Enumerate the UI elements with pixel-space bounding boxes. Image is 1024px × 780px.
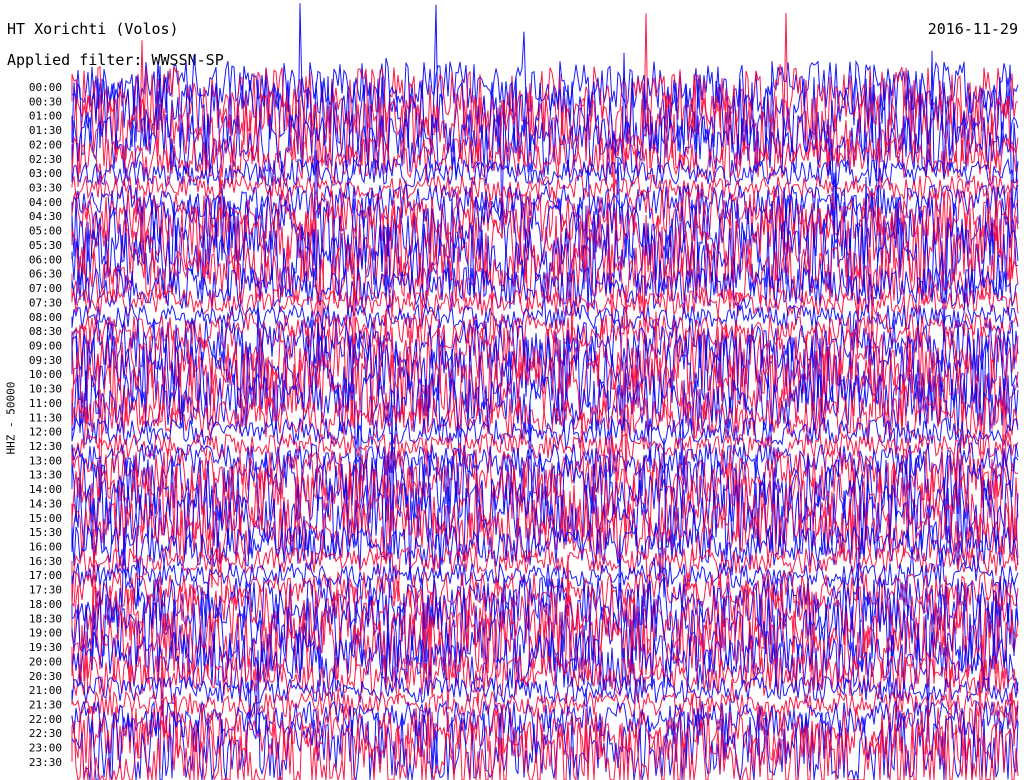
time-tick-label: 04:00 [29,196,62,209]
time-tick-label: 00:30 [29,95,62,108]
time-tick-label: 12:30 [29,440,62,453]
time-tick-label: 09:30 [29,354,62,367]
time-tick-label: 07:30 [29,296,62,309]
time-tick-label: 23:30 [29,756,62,769]
time-tick-label: 18:00 [29,598,62,611]
time-tick-label: 21:00 [29,684,62,697]
time-tick-label: 15:00 [29,512,62,525]
time-tick-label: 00:00 [29,81,62,94]
time-tick-label: 14:00 [29,483,62,496]
time-tick-label: 06:00 [29,253,62,266]
time-tick-label: 16:30 [29,555,62,568]
time-tick-label: 01:30 [29,124,62,137]
time-tick-label: 05:30 [29,239,62,252]
time-tick-label: 01:00 [29,110,62,123]
time-tick-label: 17:00 [29,569,62,582]
time-tick-label: 11:30 [29,411,62,424]
time-tick-label: 02:00 [29,138,62,151]
time-tick-label: 05:00 [29,225,62,238]
time-tick-label: 19:00 [29,627,62,640]
time-tick-label: 04:30 [29,210,62,223]
time-tick-label: 11:00 [29,397,62,410]
time-tick-label: 15:30 [29,526,62,539]
time-tick-label: 13:00 [29,454,62,467]
time-tick-label: 22:30 [29,727,62,740]
time-tick-label: 17:30 [29,584,62,597]
seismic-traces [71,3,1019,780]
time-tick-label: 20:00 [29,655,62,668]
time-tick-label: 14:30 [29,497,62,510]
time-tick-label: 03:00 [29,167,62,180]
time-tick-label: 09:00 [29,339,62,352]
time-tick-label: 10:30 [29,383,62,396]
time-tick-label: 07:00 [29,282,62,295]
time-tick-label: 08:30 [29,325,62,338]
time-tick-label: 13:30 [29,469,62,482]
time-tick-label: 19:30 [29,641,62,654]
time-tick-label: 03:30 [29,182,62,195]
time-tick-label: 10:00 [29,368,62,381]
helicorder-plot: 00:0000:30 01:0001:3002:00 02:3003:00 03:30… [29,3,1019,780]
time-tick-labels: 00:0000:30 01:0001:3002:00 02:3003:00 03:30… [29,81,62,769]
time-tick-label: 06:30 [29,268,62,281]
time-tick-label: 18:30 [29,612,62,625]
time-tick-label: 22:00 [29,713,62,726]
time-tick-label: 08:00 [29,311,62,324]
time-tick-label: 16:00 [29,541,62,554]
time-tick-label: 12:00 [29,426,62,439]
time-tick-label: 21:30 [29,698,62,711]
time-tick-label: 20:30 [29,670,62,683]
time-tick-label: 23:00 [29,742,62,755]
time-tick-label: 02:30 [29,153,62,166]
